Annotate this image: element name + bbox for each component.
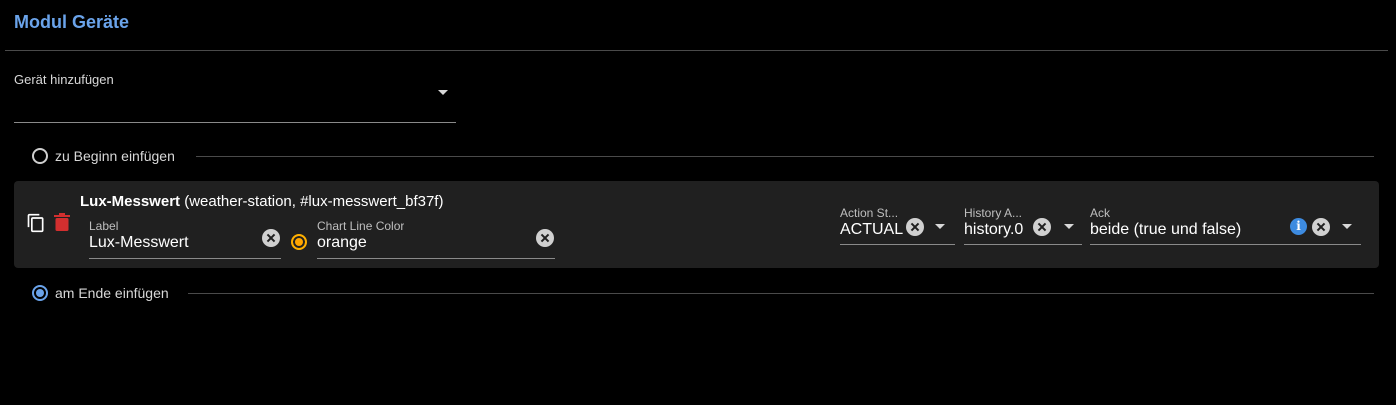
color-swatch[interactable] (291, 234, 307, 250)
add-device-label: Gerät hinzufügen (14, 72, 114, 87)
insert-start-label: zu Beginn einfügen (55, 148, 175, 164)
device-name: Lux-Messwert (80, 193, 181, 210)
history-adapter-label: History A... (964, 206, 1023, 220)
action-state-select[interactable]: Action St... ACTUAL (840, 206, 955, 245)
ack-select[interactable]: Ack beide (true und false) i (1090, 206, 1361, 245)
clear-icon[interactable] (1312, 218, 1330, 236)
chevron-down-icon[interactable] (438, 90, 448, 95)
insert-start-option[interactable]: zu Beginn einfügen (32, 146, 1374, 166)
device-meta: (weather-station, #lux-messwert_bf37f) (180, 193, 444, 210)
chart-line-color-field[interactable]: Chart Line Color orange (317, 219, 555, 259)
clear-icon[interactable] (906, 218, 924, 236)
page-title: Modul Geräte (14, 12, 130, 32)
info-icon[interactable]: i (1290, 218, 1307, 235)
ack-label: Ack (1090, 206, 1111, 220)
add-device-select[interactable]: Gerät hinzufügen (14, 70, 456, 123)
label-field-value: Lux-Messwert (89, 234, 189, 251)
chevron-down-icon[interactable] (935, 224, 945, 229)
insert-start-radio[interactable] (32, 148, 48, 164)
action-state-label: Action St... (840, 206, 899, 220)
device-title: Lux-Messwert (weather-station, #lux-mess… (80, 193, 443, 210)
clear-icon[interactable] (1033, 218, 1051, 236)
chart-line-color-value: orange (317, 234, 367, 251)
history-adapter-value: history.0 (964, 221, 1024, 238)
action-state-value: ACTUAL (840, 221, 904, 238)
clear-icon[interactable] (262, 229, 280, 247)
label-field-label: Label (89, 219, 119, 233)
title-divider (5, 50, 1388, 51)
history-adapter-select[interactable]: History A... history.0 (964, 206, 1082, 245)
insert-end-option[interactable]: am Ende einfügen (32, 283, 1374, 303)
delete-icon[interactable] (54, 213, 70, 231)
chart-line-color-label: Chart Line Color (317, 219, 405, 233)
divider (196, 156, 1374, 157)
insert-end-label: am Ende einfügen (55, 285, 169, 301)
ack-value: beide (true und false) (1090, 221, 1242, 238)
divider (188, 293, 1374, 294)
chevron-down-icon[interactable] (1064, 224, 1074, 229)
clear-icon[interactable] (536, 229, 554, 247)
copy-icon[interactable] (26, 213, 46, 233)
chevron-down-icon[interactable] (1342, 224, 1352, 229)
label-field[interactable]: Label Lux-Messwert (89, 219, 281, 259)
insert-end-radio[interactable] (32, 285, 48, 301)
device-card: Lux-Messwert (weather-station, #lux-mess… (14, 181, 1379, 268)
